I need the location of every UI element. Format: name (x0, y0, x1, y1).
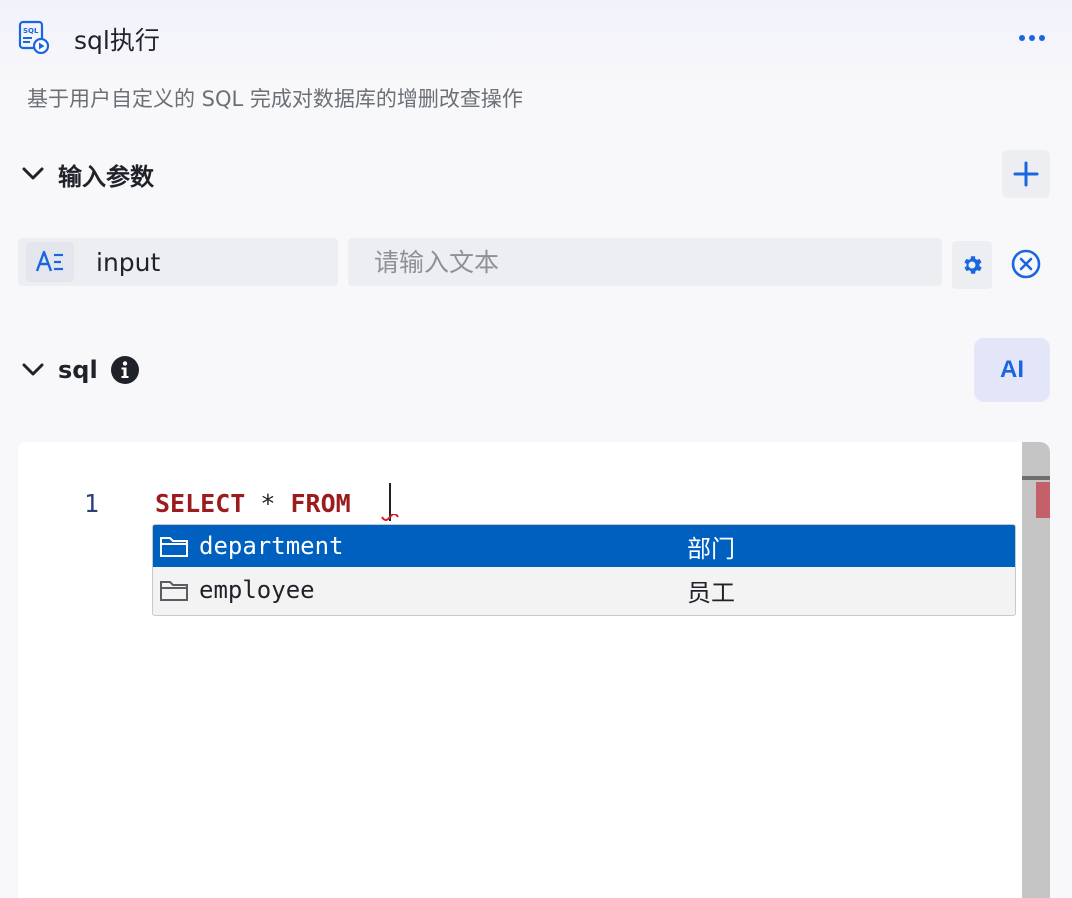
code-line[interactable]: SELECT * FROM (155, 486, 351, 522)
suggestion-label: department (199, 532, 344, 560)
header: SQL sql执行 (0, 0, 1072, 80)
sql-editor[interactable]: 1 SELECT * FROM department 部门 employee 员… (18, 442, 1050, 898)
chevron-down-icon[interactable] (18, 159, 48, 189)
editor-scrollbar[interactable] (1022, 442, 1050, 898)
suggestion-item[interactable]: department 部门 (153, 525, 1015, 567)
param-settings-button[interactable] (952, 241, 992, 289)
line-number: 1 (84, 489, 100, 518)
folder-icon (159, 577, 189, 603)
scroll-position-marker (1022, 476, 1050, 480)
ai-button[interactable]: AI (974, 338, 1050, 402)
input-params-header[interactable]: 输入参数 (18, 154, 154, 194)
plus-icon (1013, 161, 1039, 187)
param-name-field[interactable]: input (18, 238, 338, 286)
svg-text:SQL: SQL (23, 27, 39, 35)
param-name-text[interactable]: input (96, 248, 160, 277)
more-horizontal-icon (1019, 35, 1025, 41)
input-params-title: 输入参数 (58, 162, 154, 191)
autocomplete-list[interactable]: department 部门 employee 员工 (152, 524, 1016, 616)
suggestion-detail: 部门 (687, 534, 735, 563)
sql-keyword: FROM (290, 489, 351, 518)
sql-header[interactable]: sql (18, 350, 140, 390)
suggestion-item[interactable]: employee 员工 (153, 569, 1015, 611)
close-circle-icon (1011, 249, 1041, 279)
text-type-icon[interactable] (26, 242, 74, 282)
scroll-error-marker (1036, 482, 1050, 518)
gear-icon (964, 256, 982, 274)
error-squiggle (381, 514, 399, 521)
sql-title: sql (58, 356, 98, 384)
sql-icon: SQL (18, 20, 50, 55)
suggestion-detail: 员工 (687, 578, 735, 607)
node-description: 基于用户自定义的 SQL 完成对数据库的增删改查操作 (27, 87, 523, 111)
suggestion-label: employee (199, 576, 315, 604)
chevron-down-icon[interactable] (18, 355, 48, 385)
param-value-input[interactable] (348, 238, 942, 286)
folder-icon (159, 533, 189, 559)
remove-param-button[interactable] (1006, 244, 1046, 284)
info-icon[interactable] (110, 355, 140, 385)
add-param-button[interactable] (1002, 150, 1050, 198)
more-button[interactable] (1012, 26, 1052, 50)
sql-operator: * (245, 489, 291, 518)
sql-keyword: SELECT (155, 489, 246, 518)
app-title: sql执行 (74, 26, 160, 55)
